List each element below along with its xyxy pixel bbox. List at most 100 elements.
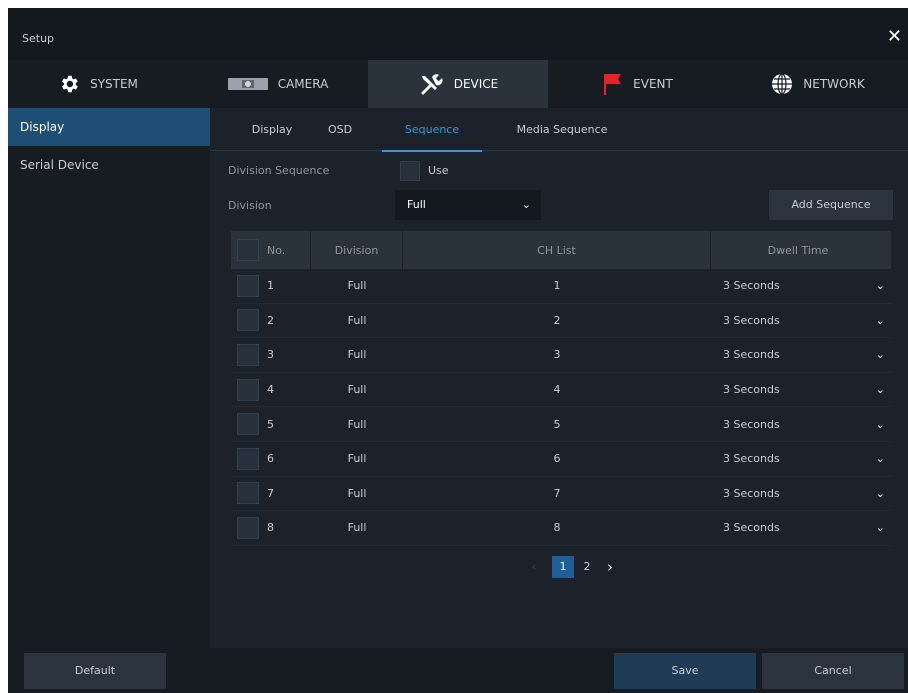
table-row[interactable]: 6 Full 6 3 Seconds ⌄ (231, 442, 891, 477)
dwell-time-value: 3 Seconds (723, 348, 780, 362)
row-dwell-cell: 3 Seconds ⌄ (711, 407, 891, 441)
pagination: ‹ 1 2 › (210, 549, 908, 583)
dwell-time-select[interactable]: 3 Seconds ⌄ (711, 452, 885, 465)
row-no-cell: 7 (231, 477, 311, 511)
chevron-down-icon: ⌄ (875, 486, 885, 500)
select-all-checkbox[interactable] (237, 239, 259, 261)
sidebar-item-display[interactable]: Display (8, 108, 210, 146)
tab-device[interactable]: DEVICE (368, 60, 548, 108)
main-tabs: SYSTEM CAMERA DEVICE EVENT NETWORK (8, 60, 908, 108)
row-checkbox[interactable] (237, 274, 259, 297)
page-1[interactable]: 1 (552, 556, 574, 578)
row-division: Full (347, 521, 367, 535)
save-button[interactable]: Save (614, 653, 756, 689)
row-checkbox[interactable] (237, 516, 259, 539)
row-division: Full (347, 486, 367, 500)
table-header: No. Division CH List Dwell Time (231, 231, 891, 269)
table-row[interactable]: 7 Full 7 3 Seconds ⌄ (231, 477, 891, 512)
row-division: Full (347, 313, 367, 327)
dwell-time-select[interactable]: 3 Seconds ⌄ (711, 418, 885, 431)
prev-page-icon[interactable]: ‹ (528, 556, 540, 578)
table-row[interactable]: 3 Full 3 3 Seconds ⌄ (231, 338, 891, 373)
tools-icon (418, 73, 444, 95)
setup-window: Setup ✕ SYSTEM CAMERA DEVICE EVENT NETWO… (8, 8, 908, 693)
row-division: Full (347, 417, 367, 431)
title-bar: Setup ✕ (8, 8, 908, 60)
table-row[interactable]: 5 Full 5 3 Seconds ⌄ (231, 407, 891, 442)
dwell-time-select[interactable]: 3 Seconds ⌄ (711, 487, 885, 500)
dwell-time-value: 3 Seconds (723, 486, 780, 500)
subtab-display[interactable]: Display (244, 108, 300, 151)
row-ch-list: 7 (553, 486, 561, 500)
close-icon[interactable]: ✕ (887, 26, 902, 47)
row-no-cell: 5 (231, 407, 311, 441)
chevron-down-icon: ⌄ (875, 383, 885, 397)
tab-event-label: EVENT (633, 77, 673, 91)
division-label: Division (228, 199, 272, 212)
chevron-down-icon: ⌄ (521, 198, 531, 211)
dwell-time-value: 3 Seconds (723, 313, 780, 327)
chevron-down-icon: ⌄ (875, 313, 885, 327)
division-select[interactable]: Full ⌄ (395, 190, 541, 220)
tab-network[interactable]: NETWORK (728, 60, 908, 108)
sequence-table: No. Division CH List Dwell Time 1 Full 1 3 … (231, 231, 891, 546)
chevron-down-icon: ⌄ (875, 417, 885, 431)
table-row[interactable]: 8 Full 8 3 Seconds ⌄ (231, 511, 891, 546)
tab-system-label: SYSTEM (90, 77, 138, 91)
tab-system[interactable]: SYSTEM (8, 60, 188, 108)
row-no: 4 (267, 383, 274, 397)
chevron-down-icon: ⌄ (875, 452, 885, 466)
row-no: 5 (267, 417, 274, 431)
row-checkbox[interactable] (237, 343, 259, 366)
cancel-button[interactable]: Cancel (762, 653, 904, 689)
dwell-time-select[interactable]: 3 Seconds ⌄ (711, 279, 885, 292)
subtab-osd[interactable]: OSD (320, 108, 360, 151)
dwell-time-select[interactable]: 3 Seconds ⌄ (711, 348, 885, 361)
row-ch-list: 4 (553, 383, 561, 397)
row-no: 2 (267, 313, 274, 327)
row-checkbox[interactable] (237, 482, 259, 505)
row-checkbox[interactable] (237, 378, 259, 401)
dwell-time-select[interactable]: 3 Seconds ⌄ (711, 521, 885, 534)
row-ch-list: 5 (553, 417, 561, 431)
sidebar-item-serial-device[interactable]: Serial Device (8, 146, 210, 184)
header-no: No. (267, 243, 286, 257)
dwell-time-value: 3 Seconds (723, 452, 780, 466)
window-title: Setup (22, 32, 55, 45)
row-no: 3 (267, 348, 274, 362)
row-dwell-cell: 3 Seconds ⌄ (711, 304, 891, 338)
division-select-value: Full (407, 198, 426, 211)
next-page-icon[interactable]: › (602, 556, 618, 578)
row-no: 6 (267, 452, 274, 466)
tab-camera[interactable]: CAMERA (188, 60, 368, 108)
row-no: 8 (267, 521, 274, 535)
subtab-sequence[interactable]: Sequence (382, 108, 482, 152)
chevron-down-icon: ⌄ (875, 521, 885, 535)
page-2[interactable]: 2 (576, 556, 598, 578)
chevron-down-icon: ⌄ (875, 279, 885, 293)
row-division: Full (347, 348, 367, 362)
add-sequence-button[interactable]: Add Sequence (769, 190, 893, 220)
table-body: 1 Full 1 3 Seconds ⌄ 2 Full 2 3 Seconds ⌄ 3 Full 3 3 … (231, 269, 891, 546)
tab-network-label: NETWORK (803, 77, 865, 91)
dwell-time-value: 3 Seconds (723, 279, 780, 293)
tab-camera-label: CAMERA (277, 77, 329, 91)
row-dwell-cell: 3 Seconds ⌄ (711, 511, 891, 545)
row-no-cell: 6 (231, 442, 311, 476)
tab-event[interactable]: EVENT (548, 60, 728, 108)
row-checkbox[interactable] (237, 413, 259, 436)
table-row[interactable]: 2 Full 2 3 Seconds ⌄ (231, 304, 891, 339)
globe-icon (771, 73, 793, 95)
row-checkbox[interactable] (237, 447, 259, 470)
row-checkbox[interactable] (237, 309, 259, 332)
dwell-time-select[interactable]: 3 Seconds ⌄ (711, 383, 885, 396)
row-dwell-cell: 3 Seconds ⌄ (711, 373, 891, 407)
use-checkbox[interactable] (400, 161, 420, 181)
row-no-cell: 3 (231, 338, 311, 372)
table-row[interactable]: 4 Full 4 3 Seconds ⌄ (231, 373, 891, 408)
subtab-media-sequence[interactable]: Media Sequence (502, 108, 622, 151)
table-row[interactable]: 1 Full 1 3 Seconds ⌄ (231, 269, 891, 304)
row-ch-list: 8 (553, 521, 561, 535)
dwell-time-select[interactable]: 3 Seconds ⌄ (711, 314, 885, 327)
default-button[interactable]: Default (24, 653, 166, 689)
